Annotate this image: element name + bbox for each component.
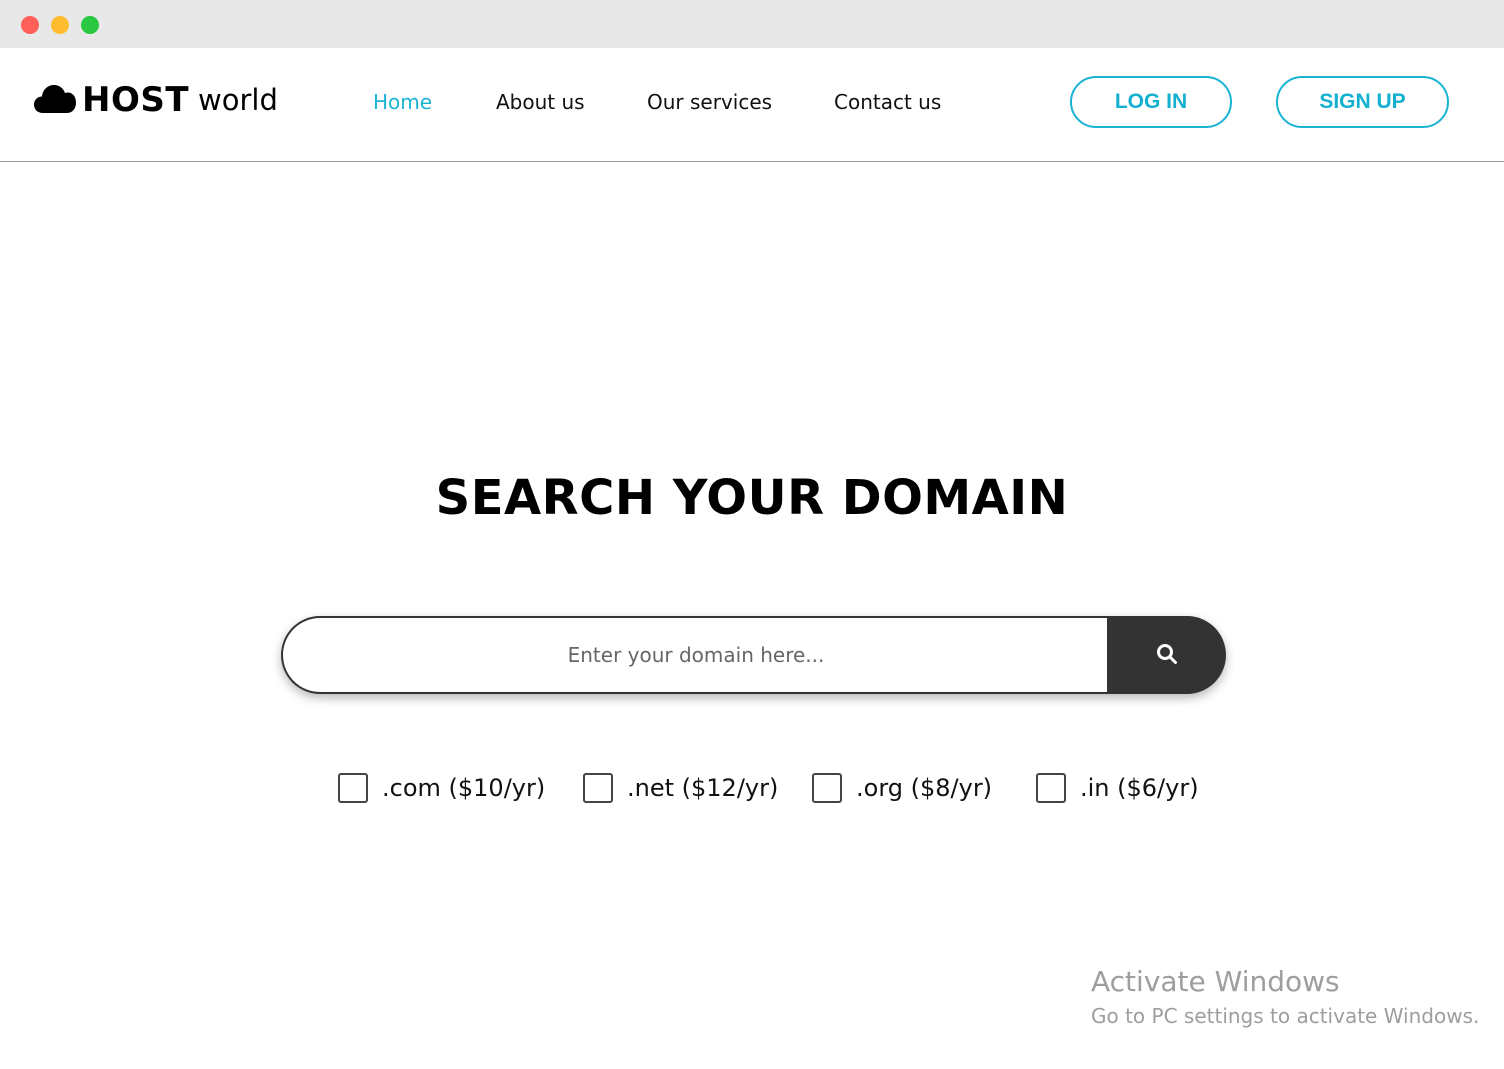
maximize-window-button[interactable] (81, 16, 99, 34)
domain-search-input[interactable] (281, 616, 1109, 694)
activation-watermark: Activate Windows Go to PC settings to ac… (1091, 964, 1479, 1032)
page-title: SEARCH YOUR DOMAIN (435, 470, 1069, 526)
nav-link-about-us[interactable]: About us (496, 88, 585, 116)
domain-search-bar (281, 616, 1226, 694)
signup-button[interactable]: SIGN UP (1276, 76, 1449, 128)
tld-checkbox-net[interactable] (583, 773, 613, 803)
tld-option-in[interactable]: .in ($6/yr) (1036, 768, 1199, 808)
tld-label-net: .net ($12/yr) (627, 774, 779, 802)
close-window-button[interactable] (21, 16, 39, 34)
tld-option-com[interactable]: .com ($10/yr) (338, 768, 545, 808)
login-button[interactable]: LOG IN (1070, 76, 1232, 128)
tld-option-net[interactable]: .net ($12/yr) (583, 768, 778, 808)
tld-label-org: .org ($8/yr) (856, 774, 993, 802)
minimize-window-button[interactable] (51, 16, 69, 34)
window-titlebar (0, 0, 1504, 48)
tld-checkbox-in[interactable] (1036, 773, 1066, 803)
search-button[interactable] (1107, 616, 1226, 694)
nav-link-our-services[interactable]: Our services (647, 88, 772, 116)
watermark-title: Activate Windows (1091, 965, 1340, 998)
main-nav: Home About us Our services Contact us (0, 88, 1000, 118)
tld-checkbox-org[interactable] (812, 773, 842, 803)
nav-link-contact-us[interactable]: Contact us (834, 88, 941, 116)
tld-label-com: .com ($10/yr) (382, 774, 546, 802)
navbar: HOST world Home About us Our services Co… (0, 48, 1504, 162)
search-icon (1156, 643, 1178, 668)
watermark-subtitle: Go to PC settings to activate Windows. (1091, 1004, 1480, 1028)
nav-link-home[interactable]: Home (373, 88, 432, 116)
tld-options: .com ($10/yr) .net ($12/yr) .org ($8/yr)… (0, 768, 1504, 808)
tld-checkbox-com[interactable] (338, 773, 368, 803)
tld-option-org[interactable]: .org ($8/yr) (812, 768, 992, 808)
tld-label-in: .in ($6/yr) (1080, 774, 1199, 802)
